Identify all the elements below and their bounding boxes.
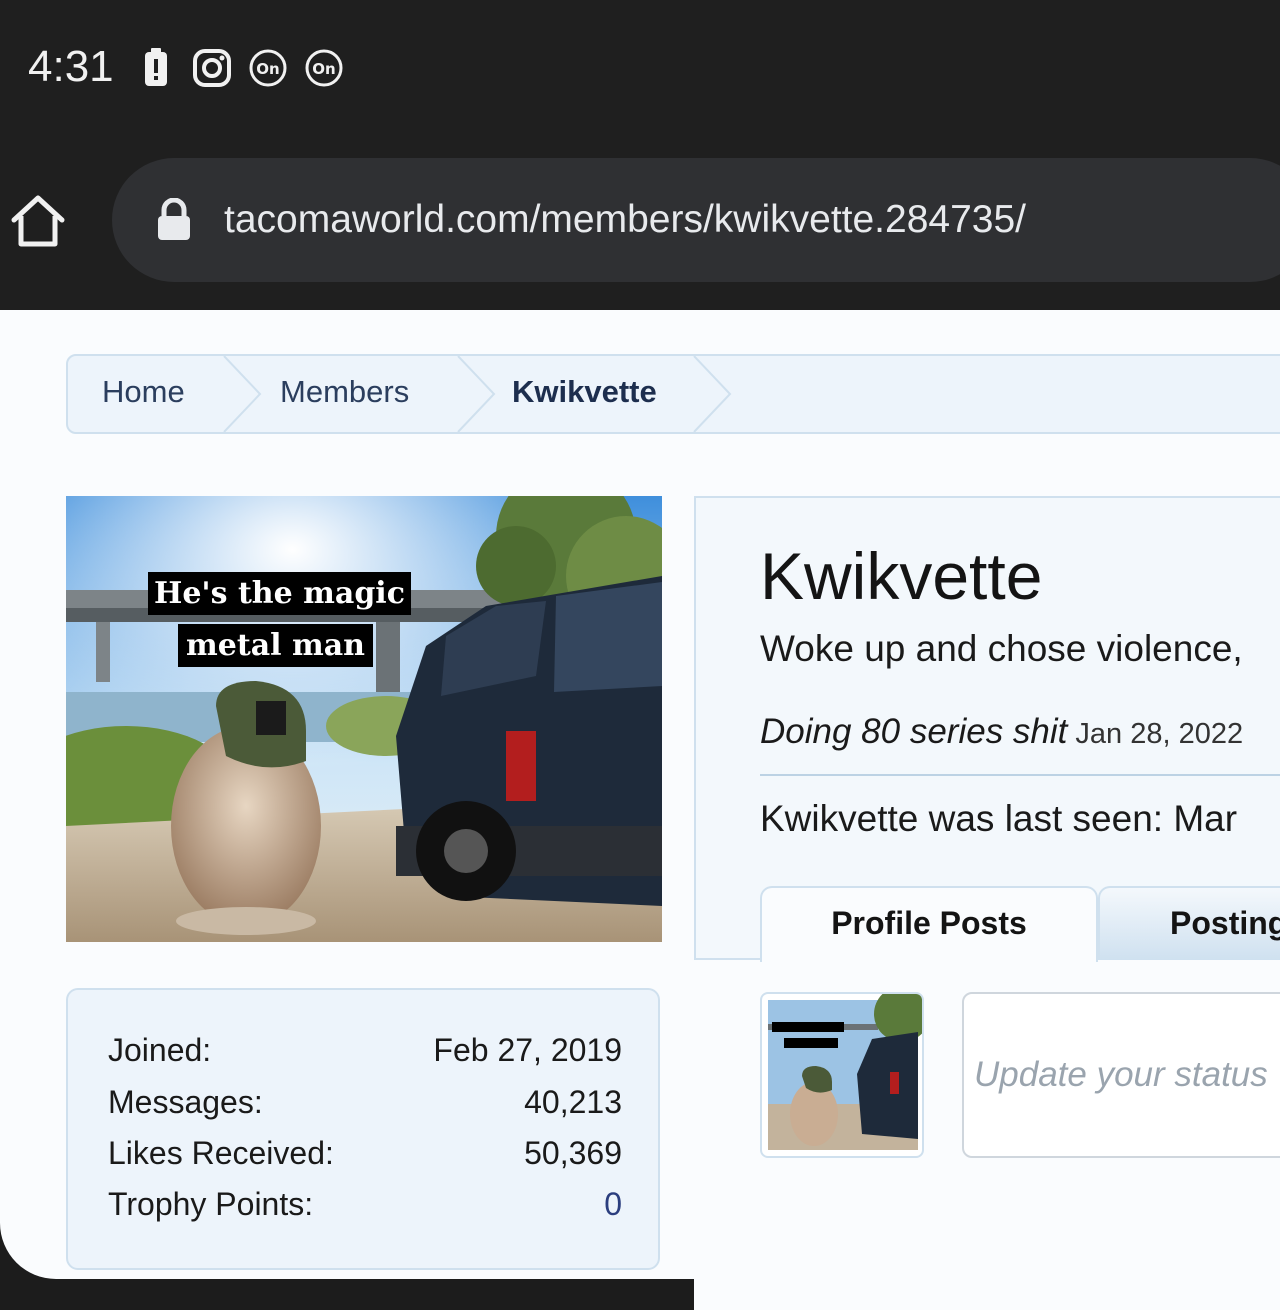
user-title: Woke up and chose violence, — [760, 628, 1243, 669]
stat-label: Likes Received: — [108, 1135, 334, 1171]
last-seen: Kwikvette was last seen: Mar — [760, 798, 1238, 839]
avatar-caption-line1: He's the magic — [148, 572, 411, 615]
status-text: Doing 80 series shit — [760, 712, 1068, 751]
stat-value[interactable]: 0 — [604, 1186, 622, 1223]
poster-avatar[interactable] — [760, 992, 924, 1158]
tab-profile-posts[interactable]: Profile Posts — [760, 886, 1098, 962]
stat-label: Messages: — [108, 1084, 263, 1120]
status-time: 4:31 — [28, 42, 114, 91]
instagram-icon — [193, 49, 231, 87]
url-text[interactable]: tacomaworld.com/members/kwikvette.284735… — [224, 198, 1026, 242]
breadcrumb-members[interactable]: Members — [280, 374, 409, 410]
profile-avatar[interactable]: He's the magic metal man — [66, 496, 662, 942]
onx-icon: On — [249, 49, 287, 87]
poster-avatar-image — [768, 994, 922, 1150]
stat-row-likes: Likes Received: 50,369 — [108, 1135, 622, 1181]
status-bar: 4:31 On On — [0, 0, 1280, 140]
breadcrumb-home[interactable]: Home — [102, 374, 185, 410]
lock-icon — [158, 198, 190, 240]
home-icon[interactable] — [6, 190, 70, 254]
username: Kwikvette — [760, 539, 1043, 613]
status-date[interactable]: Jan 28, 2022 — [1075, 718, 1243, 750]
stat-value: Feb 27, 2019 — [433, 1032, 622, 1068]
stat-row-messages: Messages: 40,213 — [108, 1084, 622, 1130]
breadcrumb: Home Members Kwikvette — [66, 354, 1280, 434]
status-message: Doing 80 series shit Jan 28, 2022 — [760, 712, 1243, 752]
stat-value: 50,369 — [524, 1135, 622, 1171]
avatar-caption-line2: metal man — [178, 624, 373, 667]
tab-postings[interactable]: Posting — [1098, 886, 1280, 960]
stat-label: Trophy Points: — [108, 1186, 314, 1222]
stat-label: Joined: — [108, 1032, 212, 1068]
stat-row-joined: Joined: Feb 27, 2019 — [108, 1032, 622, 1078]
svg-text:On: On — [312, 60, 335, 78]
status-update-input[interactable] — [962, 992, 1280, 1158]
avatar-image — [66, 496, 662, 942]
breadcrumb-current[interactable]: Kwikvette — [512, 374, 657, 410]
profile-divider — [760, 774, 1280, 776]
stat-value[interactable]: 40,213 — [524, 1084, 622, 1121]
stat-row-trophy: Trophy Points: 0 — [108, 1186, 622, 1232]
svg-text:On: On — [256, 60, 279, 78]
onx-icon: On — [305, 49, 343, 87]
member-stats: Joined: Feb 27, 2019 Messages: 40,213 Li… — [66, 988, 660, 1270]
battery-alert-icon — [145, 48, 167, 86]
